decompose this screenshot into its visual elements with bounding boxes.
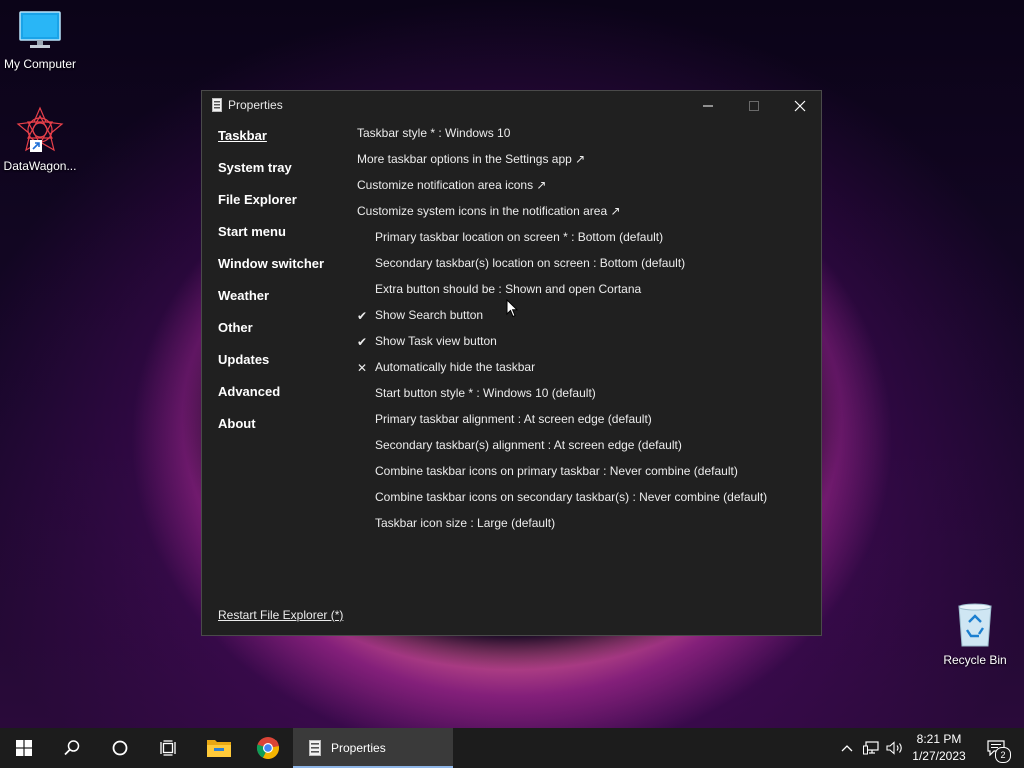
properties-window: Properties Taskbar System tray File Expl… (201, 90, 822, 636)
volume-tray-button[interactable] (883, 728, 907, 768)
setting-taskbar-icon-size[interactable]: Taskbar icon size : Large (default) (357, 515, 767, 541)
action-center-button[interactable]: 2 (978, 728, 1014, 768)
sidebar-item-about[interactable]: About (218, 417, 324, 449)
notification-count-badge: 2 (995, 747, 1011, 763)
setting-customize-notification-icons-link[interactable]: Customize notification area icons ↗ (357, 177, 767, 203)
task-view-button[interactable] (144, 728, 192, 768)
close-icon (794, 100, 806, 112)
setting-extra-button[interactable]: Extra button should be : Shown and open … (357, 281, 767, 307)
file-explorer-taskbar-button[interactable] (195, 728, 243, 768)
maximize-button[interactable] (731, 91, 777, 121)
sidebar-item-system-tray[interactable]: System tray (218, 161, 324, 193)
sidebar-nav: Taskbar System tray File Explorer Start … (218, 129, 324, 449)
desktop: My Computer DataWagon... Recycle Bin Pro… (0, 0, 1024, 728)
computer-icon (19, 11, 61, 48)
properties-app-icon (309, 740, 321, 756)
chevron-up-icon (841, 745, 853, 752)
folder-icon (207, 740, 231, 757)
checkmark-icon: ✔ (357, 335, 368, 349)
search-icon (64, 740, 80, 756)
mouse-cursor-icon (506, 299, 518, 318)
taskbar-app-label: Properties (331, 741, 386, 755)
restart-file-explorer-link[interactable]: Restart File Explorer (*) (218, 608, 343, 622)
setting-customize-system-icons-link[interactable]: Customize system icons in the notificati… (357, 203, 767, 229)
task-view-icon (160, 740, 176, 756)
maximize-icon (749, 101, 759, 111)
sidebar-item-file-explorer[interactable]: File Explorer (218, 193, 324, 225)
cross-mark-icon: ✕ (357, 361, 368, 375)
window-title: Properties (228, 98, 283, 112)
desktop-icon-label: My Computer (3, 57, 77, 71)
setting-primary-taskbar-alignment[interactable]: Primary taskbar alignment : At screen ed… (357, 411, 767, 437)
network-tray-button[interactable] (859, 728, 883, 768)
setting-secondary-taskbar-alignment[interactable]: Secondary taskbar(s) alignment : At scre… (357, 437, 767, 463)
minimize-icon (703, 105, 713, 107)
setting-auto-hide-taskbar[interactable]: ✕ Automatically hide the taskbar (357, 359, 767, 385)
sidebar-item-other[interactable]: Other (218, 321, 324, 353)
windows-logo-icon (16, 740, 32, 756)
setting-taskbar-style[interactable]: Taskbar style * : Windows 10 (357, 125, 767, 151)
setting-show-search-button[interactable]: ✔ Show Search button (357, 307, 767, 333)
clock-date: 1/27/2023 (912, 749, 966, 763)
chrome-icon (256, 737, 279, 759)
close-button[interactable] (777, 91, 823, 121)
settings-list: Taskbar style * : Windows 10 More taskba… (357, 125, 767, 541)
desktop-icon-label: DataWagon... (3, 159, 77, 173)
sidebar-item-start-menu[interactable]: Start menu (218, 225, 324, 257)
title-bar[interactable]: Properties (202, 91, 821, 121)
setting-primary-taskbar-location[interactable]: Primary taskbar location on screen * : B… (357, 229, 767, 255)
desktop-icon-datawagon[interactable]: DataWagon... (0, 106, 80, 173)
cortana-button[interactable] (96, 728, 144, 768)
datawagon-logo-icon (16, 106, 64, 152)
setting-secondary-taskbar-location[interactable]: Secondary taskbar(s) location on screen … (357, 255, 767, 281)
speaker-icon (886, 741, 902, 755)
setting-start-button-style[interactable]: Start button style * : Windows 10 (defau… (357, 385, 767, 411)
desktop-icon-my-computer[interactable]: My Computer (0, 10, 80, 71)
show-hidden-icons-button[interactable] (835, 728, 859, 768)
sidebar-item-updates[interactable]: Updates (218, 353, 324, 385)
cortana-icon (112, 740, 128, 756)
setting-show-task-view-button[interactable]: ✔ Show Task view button (357, 333, 767, 359)
start-button[interactable] (0, 728, 48, 768)
desktop-icon-recycle-bin[interactable]: Recycle Bin (935, 602, 1015, 667)
taskbar-clock[interactable]: 8:21 PM 1/27/2023 (908, 731, 970, 765)
taskbar: Properties 8:21 PM 1/27/2023 2 (0, 728, 1024, 768)
sidebar-item-advanced[interactable]: Advanced (218, 385, 324, 417)
desktop-icon-label: Recycle Bin (943, 653, 1007, 667)
sidebar-item-weather[interactable]: Weather (218, 289, 324, 321)
sidebar-item-taskbar[interactable]: Taskbar (218, 129, 324, 161)
minimize-button[interactable] (685, 91, 731, 121)
search-button[interactable] (48, 728, 96, 768)
setting-more-taskbar-options-link[interactable]: More taskbar options in the Settings app… (357, 151, 767, 177)
checkmark-icon: ✔ (357, 309, 368, 323)
properties-app-icon (212, 98, 222, 112)
setting-combine-icons-secondary[interactable]: Combine taskbar icons on secondary taskb… (357, 489, 767, 515)
chrome-taskbar-button[interactable] (244, 728, 292, 768)
properties-taskbar-button[interactable]: Properties (293, 728, 453, 768)
recycle-bin-icon (958, 603, 992, 647)
network-icon (863, 741, 879, 755)
clock-time: 8:21 PM (916, 732, 962, 746)
setting-combine-icons-primary[interactable]: Combine taskbar icons on primary taskbar… (357, 463, 767, 489)
sidebar-item-window-switcher[interactable]: Window switcher (218, 257, 324, 289)
